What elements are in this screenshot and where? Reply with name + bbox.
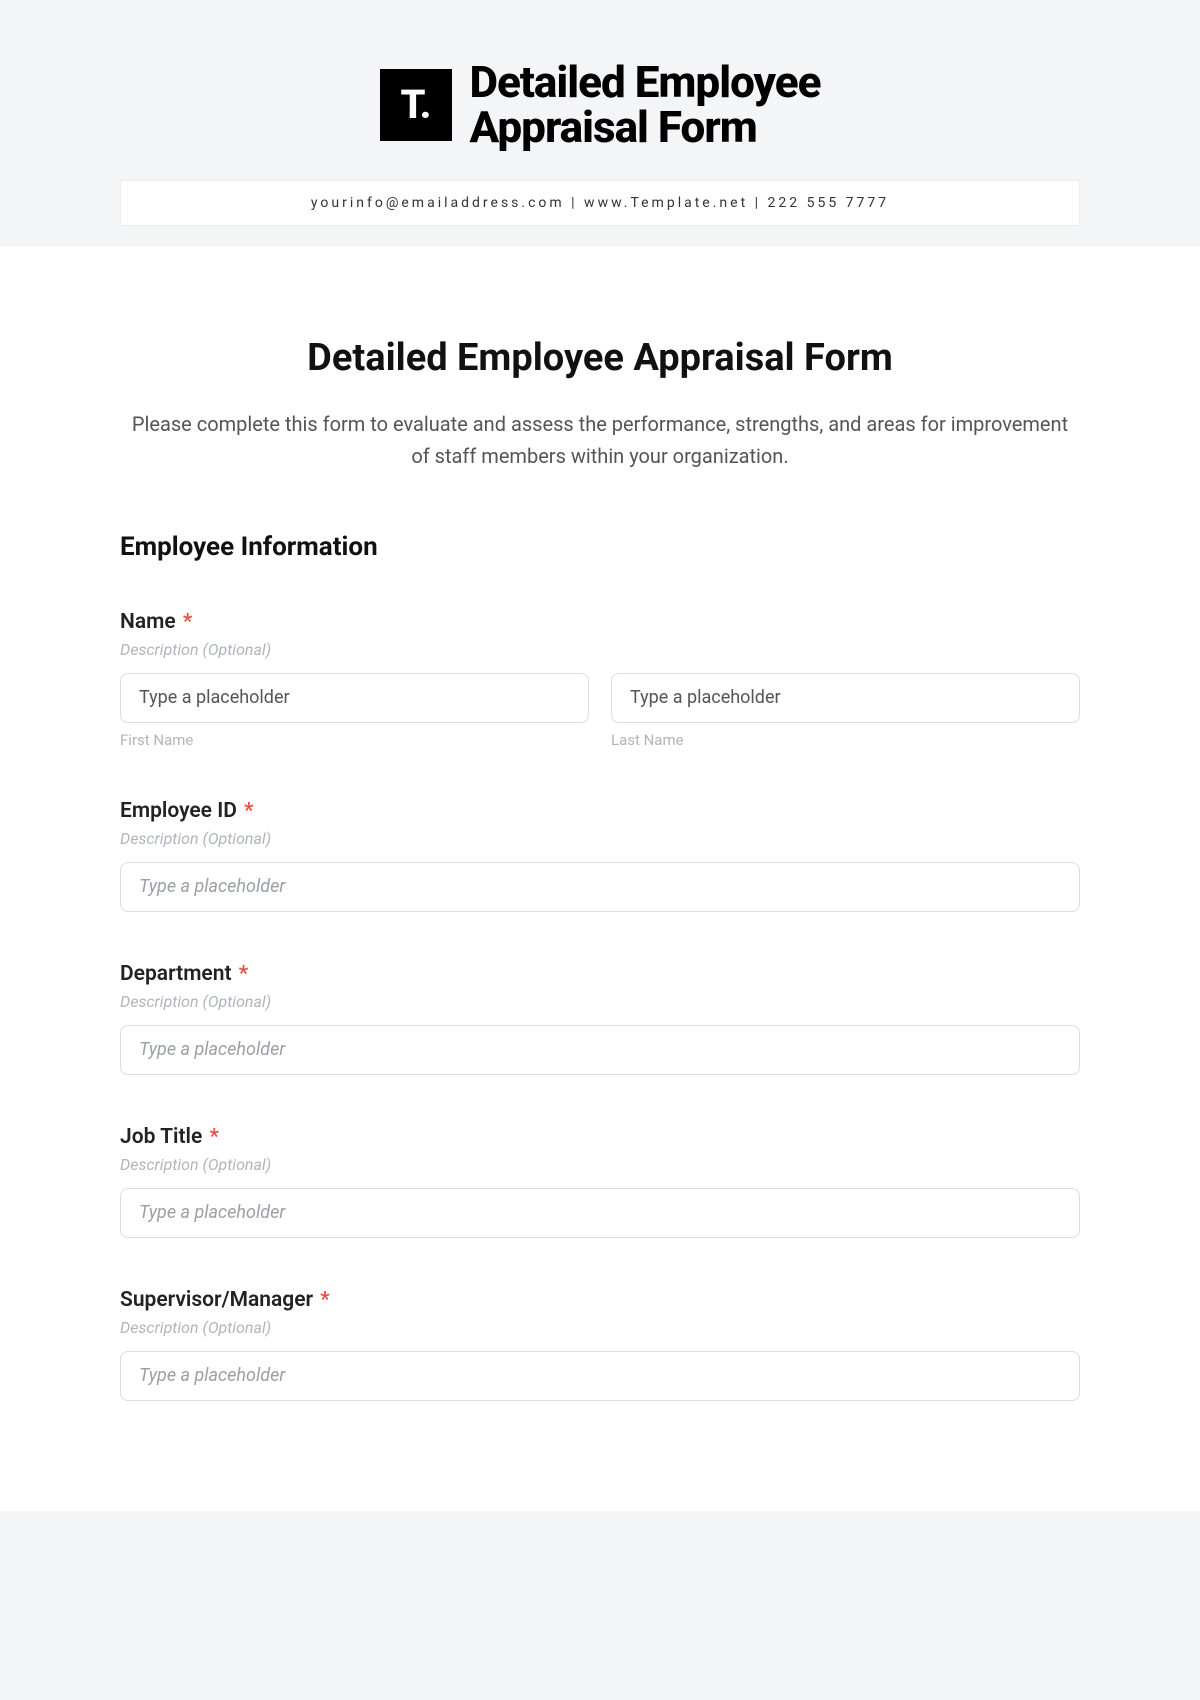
required-mark: * — [183, 610, 192, 634]
supervisor-description: Description (Optional) — [120, 1318, 1080, 1337]
header-title: Detailed Employee Appraisal Form — [470, 60, 821, 150]
field-employee-id: Employee ID * Description (Optional) — [120, 799, 1080, 912]
form-title: Detailed Employee Appraisal Form — [120, 336, 1080, 380]
required-mark: * — [244, 799, 253, 823]
header-title-line1: Detailed Employee — [470, 60, 821, 105]
field-job-title: Job Title * Description (Optional) — [120, 1125, 1080, 1238]
last-name-col: Last Name — [611, 673, 1080, 749]
department-description: Description (Optional) — [120, 992, 1080, 1011]
required-mark: * — [210, 1125, 219, 1149]
first-name-input[interactable] — [120, 673, 589, 723]
section-employee-information: Employee Information — [120, 532, 1080, 562]
employee-id-description: Description (Optional) — [120, 829, 1080, 848]
field-supervisor: Supervisor/Manager * Description (Option… — [120, 1288, 1080, 1401]
job-title-input[interactable] — [120, 1188, 1080, 1238]
form-intro: Please complete this form to evaluate an… — [120, 408, 1080, 472]
header: T. Detailed Employee Appraisal Form your… — [0, 0, 1200, 226]
name-description: Description (Optional) — [120, 640, 1080, 659]
field-name: Name * Description (Optional) First Name… — [120, 610, 1080, 749]
supervisor-input[interactable] — [120, 1351, 1080, 1401]
first-name-sublabel: First Name — [120, 731, 589, 749]
supervisor-label: Supervisor/Manager * — [120, 1288, 1080, 1312]
header-title-line2: Appraisal Form — [470, 105, 821, 150]
required-mark: * — [239, 962, 248, 986]
contact-bar: yourinfo@emailaddress.com | www.Template… — [120, 180, 1080, 226]
employee-id-label: Employee ID * — [120, 799, 1080, 823]
department-label-text: Department — [120, 962, 232, 986]
job-title-description: Description (Optional) — [120, 1155, 1080, 1174]
name-label: Name * — [120, 610, 1080, 634]
name-label-text: Name — [120, 610, 176, 634]
form-body: Detailed Employee Appraisal Form Please … — [0, 246, 1200, 1511]
job-title-label: Job Title * — [120, 1125, 1080, 1149]
logo-row: T. Detailed Employee Appraisal Form — [0, 60, 1200, 180]
last-name-input[interactable] — [611, 673, 1080, 723]
required-mark: * — [320, 1288, 329, 1312]
logo-icon: T. — [380, 69, 452, 141]
supervisor-label-text: Supervisor/Manager — [120, 1288, 313, 1312]
department-label: Department * — [120, 962, 1080, 986]
department-input[interactable] — [120, 1025, 1080, 1075]
first-name-col: First Name — [120, 673, 589, 749]
field-department: Department * Description (Optional) — [120, 962, 1080, 1075]
name-input-row: First Name Last Name — [120, 673, 1080, 749]
last-name-sublabel: Last Name — [611, 731, 1080, 749]
employee-id-label-text: Employee ID — [120, 799, 237, 823]
job-title-label-text: Job Title — [120, 1125, 202, 1149]
employee-id-input[interactable] — [120, 862, 1080, 912]
